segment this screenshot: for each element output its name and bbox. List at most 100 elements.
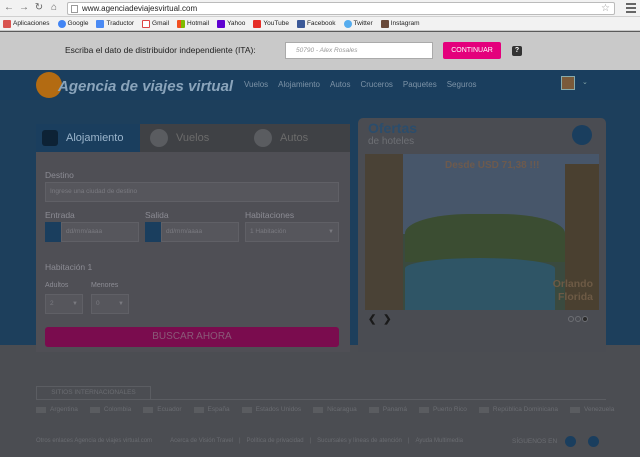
bookmarks-bar: Aplicaciones Google Traductor Gmail Hotm… xyxy=(0,17,640,31)
usa-flag-icon xyxy=(241,406,252,413)
bookmark-gmail[interactable]: Gmail xyxy=(142,19,169,28)
top-nav: Vuelos Alojamiento Autos Cruceros Paquet… xyxy=(244,80,487,89)
url-text: www.agenciadeviajesvirtual.com xyxy=(82,4,198,13)
address-bar[interactable]: www.agenciadeviajesvirtual.com ☆ xyxy=(67,2,615,15)
dominican-republic-flag-icon xyxy=(478,406,489,413)
bookmark-youtube[interactable]: YouTube xyxy=(253,19,289,28)
carousel-dots xyxy=(568,316,589,322)
facebook-icon xyxy=(296,19,305,28)
home-icon[interactable]: ⌂ xyxy=(48,2,60,14)
entrada-input[interactable]: dd/mm/aaaa xyxy=(61,222,139,242)
ita-bar: Escriba el dato de distribuidor independ… xyxy=(0,32,640,70)
country-links: Argentina Colombia Ecuador España Estado… xyxy=(36,406,614,413)
offers-title: Ofertas xyxy=(368,120,418,136)
ita-label: Escriba el dato de distribuidor independ… xyxy=(65,45,256,55)
twitter-icon xyxy=(343,19,352,28)
nav-seguros[interactable]: Seguros xyxy=(447,80,477,89)
salida-input[interactable]: dd/mm/aaaa xyxy=(161,222,239,242)
tab-autos[interactable]: Autos xyxy=(244,124,350,152)
bookmark-google[interactable]: Google xyxy=(57,19,88,28)
forward-icon[interactable]: → xyxy=(18,2,30,14)
bookmark-twitter[interactable]: Twitter xyxy=(343,19,373,28)
help-icon[interactable]: ? xyxy=(512,46,522,56)
country-panama[interactable]: Panamá xyxy=(368,406,407,413)
country-puerto-rico[interactable]: Puerto Rico xyxy=(418,406,467,413)
adultos-select[interactable]: 2 ▼ xyxy=(45,294,83,314)
logo-text: Agencia de viajes virtual xyxy=(58,78,234,95)
carousel-dot[interactable] xyxy=(575,316,581,322)
offer-image[interactable]: Desde USD 71,38 !!! Orlando Florida xyxy=(365,154,599,310)
footer-link-sucursales[interactable]: Sucursales y líneas de atención xyxy=(317,438,402,444)
bookmark-star-icon[interactable]: ☆ xyxy=(601,3,610,14)
footer-link-otros[interactable]: Otros enlaces Agencia de viajes virtual.… xyxy=(36,438,152,444)
nav-paquetes[interactable]: Paquetes xyxy=(403,80,437,89)
bookmark-yahoo[interactable]: Yahoo xyxy=(217,19,245,28)
menu-icon[interactable] xyxy=(626,3,636,13)
menores-select[interactable]: 0 ▼ xyxy=(91,294,129,314)
panama-flag-icon xyxy=(368,406,379,413)
nav-alojamiento[interactable]: Alojamiento xyxy=(278,80,320,89)
salida-label: Salida xyxy=(145,210,169,220)
destino-input[interactable]: Ingrese una ciudad de destino xyxy=(45,182,339,202)
footer-link-privacidad[interactable]: Política de privacidad xyxy=(247,438,304,444)
footer-link-ayuda[interactable]: Ayuda Multimedia xyxy=(415,438,463,444)
facebook-icon[interactable] xyxy=(565,436,577,447)
footer-link-acerca[interactable]: Acerca de Visión Travel xyxy=(170,438,233,444)
footer: SITIOS INTERNACIONALES Argentina Colombi… xyxy=(0,352,640,457)
adultos-label: Adultos xyxy=(45,282,69,289)
bookmark-apps[interactable]: Aplicaciones xyxy=(3,19,50,28)
carousel-dot[interactable] xyxy=(568,316,574,322)
country-colombia[interactable]: Colombia xyxy=(89,406,131,413)
yahoo-icon xyxy=(217,19,226,28)
country-nicaragua[interactable]: Nicaragua xyxy=(313,406,357,413)
tab-vuelos[interactable]: Vuelos xyxy=(140,124,244,152)
gmail-icon xyxy=(142,19,151,28)
bookmark-traductor[interactable]: Traductor xyxy=(96,19,134,28)
tab-alojamiento[interactable]: Alojamiento xyxy=(36,124,140,152)
habitaciones-select[interactable]: 1 Habitación ▼ xyxy=(245,222,339,242)
country-republica-dominicana[interactable]: República Dominicana xyxy=(478,406,558,413)
twitter-icon[interactable] xyxy=(588,436,600,447)
plane-icon xyxy=(150,129,168,147)
search-tabs: Alojamiento Vuelos Autos xyxy=(36,124,350,152)
page-icon xyxy=(71,5,78,13)
site-logo[interactable]: Agencia de viajes virtual xyxy=(36,72,233,98)
chevron-down-icon[interactable]: ⌄ xyxy=(582,78,588,86)
nicaragua-flag-icon xyxy=(313,406,324,413)
nav-autos[interactable]: Autos xyxy=(330,80,350,89)
chevron-left-icon[interactable]: ❮ xyxy=(368,314,376,325)
menores-value: 0 xyxy=(96,300,100,307)
country-argentina[interactable]: Argentina xyxy=(36,406,78,413)
offer-city: Orlando xyxy=(552,278,593,290)
avatar[interactable] xyxy=(561,76,575,90)
site-header: Agencia de viajes virtual Vuelos Alojami… xyxy=(0,70,640,100)
carousel-dot-active[interactable] xyxy=(582,316,588,322)
country-venezuela[interactable]: Venezuela xyxy=(569,406,614,413)
continue-button[interactable]: CONTINUAR xyxy=(443,42,501,59)
chevron-down-icon: ▼ xyxy=(72,301,78,307)
offer-state: Florida xyxy=(557,291,593,303)
nav-vuelos[interactable]: Vuelos xyxy=(244,80,268,89)
reload-icon[interactable]: ↻ xyxy=(33,2,45,14)
youtube-icon xyxy=(253,19,262,28)
bookmark-hotmail[interactable]: Hotmail xyxy=(177,19,209,28)
habitaciones-label: Habitaciones xyxy=(245,210,295,220)
bookmark-facebook[interactable]: Facebook xyxy=(296,19,336,28)
country-ecuador[interactable]: Ecuador xyxy=(143,406,182,413)
search-button[interactable]: BUSCAR AHORA xyxy=(45,327,339,347)
intl-sites-tab[interactable]: SITIOS INTERNACIONALES xyxy=(36,386,151,399)
ita-input[interactable]: 50790 - Alex Rosales xyxy=(285,42,433,59)
nav-cruceros[interactable]: Cruceros xyxy=(360,80,392,89)
chevron-down-icon: ▼ xyxy=(328,229,334,235)
back-icon[interactable]: ← xyxy=(3,2,15,14)
country-estados-unidos[interactable]: Estados Unidos xyxy=(241,406,301,413)
country-espana[interactable]: España xyxy=(193,406,230,413)
bookmark-instagram[interactable]: Instagram xyxy=(380,19,420,28)
calendar-icon[interactable] xyxy=(145,222,161,242)
search-panel: Alojamiento Vuelos Autos Destino Ingrese… xyxy=(36,124,350,352)
entrada-label: Entrada xyxy=(45,210,75,220)
colombia-flag-icon xyxy=(89,406,100,413)
calendar-icon[interactable] xyxy=(45,222,61,242)
chevron-right-icon[interactable]: ❯ xyxy=(383,314,391,325)
spain-flag-icon xyxy=(193,406,204,413)
